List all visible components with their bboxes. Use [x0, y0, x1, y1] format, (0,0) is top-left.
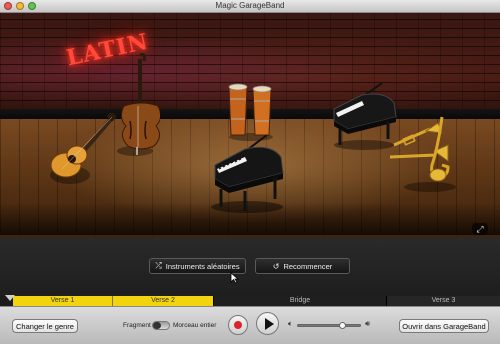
instrument-grand-piano[interactable] [205, 134, 287, 215]
open-in-garageband-button[interactable]: Ouvrir dans GarageBand [399, 319, 489, 333]
shuffle-label: Instruments aléatoires [165, 261, 240, 271]
change-genre-button[interactable]: Changer le genre [12, 319, 78, 333]
full-song-label: Morceau entier [173, 322, 217, 329]
timeline-segment-bridge[interactable]: Bridge [213, 296, 386, 306]
play-button[interactable] [256, 312, 279, 335]
song-timeline[interactable]: Verse 1 Verse 2 Bridge Verse 3 [0, 296, 500, 306]
instrument-upright-bass[interactable] [110, 51, 162, 161]
stage: LATIN ⤢ [0, 13, 500, 238]
bottom-toolbar: Changer le genre Fragment Morceau entier… [0, 306, 500, 344]
app-window: Magic GarageBand LATIN ⤢ ⤮ Instruments a… [0, 0, 500, 344]
window-title: Magic GarageBand [215, 1, 285, 10]
volume-knob[interactable] [339, 322, 347, 329]
shuffle-icon: ⤮ [155, 261, 162, 270]
timeline-segment-verse-1[interactable]: Verse 1 [13, 296, 113, 306]
toggle-knob [153, 322, 161, 329]
upright-bass-icon [117, 53, 162, 156]
acoustic-guitar-icon [50, 111, 117, 184]
horns-icon [389, 116, 456, 192]
fragment-label: Fragment [123, 322, 151, 329]
instrument-congas[interactable] [226, 79, 276, 143]
record-icon [234, 321, 242, 329]
conga-drums-icon [228, 83, 273, 141]
undo-arrow-icon: ↺ [272, 261, 280, 271]
title-bar: Magic GarageBand [0, 0, 500, 13]
volume-low-icon: 🔈︎ [288, 319, 293, 328]
timeline-segment-verse-3[interactable]: Verse 3 [386, 296, 500, 306]
fragment-toggle[interactable] [152, 321, 170, 330]
play-icon [265, 318, 274, 330]
instrument-horns[interactable] [386, 115, 462, 195]
control-strip: ⤮ Instruments aléatoires ↺ Recommencer [0, 238, 500, 296]
playhead[interactable] [5, 295, 15, 301]
volume-slider[interactable] [297, 322, 361, 329]
instrument-acoustic-guitar[interactable] [48, 111, 118, 188]
timeline-segment-verse-2[interactable]: Verse 2 [113, 296, 213, 306]
reset-label: Recommencer [283, 261, 333, 271]
mouse-cursor-icon [230, 272, 239, 284]
reset-button[interactable]: ↺ Recommencer [255, 258, 350, 274]
grand-piano-icon [211, 134, 284, 213]
record-button[interactable] [228, 315, 248, 335]
expand-icon[interactable]: ⤢ [472, 223, 488, 235]
volume-high-icon: 🔊︎ [365, 319, 371, 328]
